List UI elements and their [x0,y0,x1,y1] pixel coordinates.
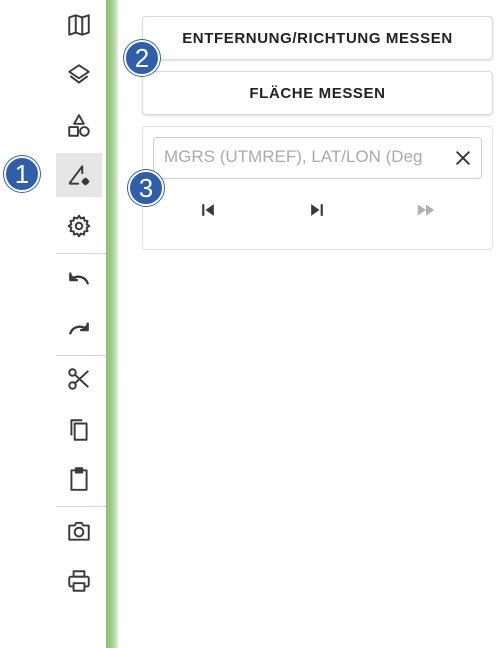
camera-icon [68,521,90,541]
left-toolbar [0,0,106,648]
toolbar-divider [56,355,106,356]
settings-icon [67,214,91,238]
measure-area-button[interactable]: FLÄCHE MESSEN [142,71,493,115]
undo-icon [69,272,89,285]
print-icon [68,570,90,592]
shapes-button[interactable] [56,104,102,148]
shapes-icon [68,114,90,137]
skip-next-icon [311,204,323,216]
cut-icon [68,368,89,390]
paste-button[interactable] [56,457,102,501]
measure-tool-button[interactable] [56,153,102,197]
callout-badge-1: 1 [4,156,40,192]
clear-input-button[interactable] [451,146,475,170]
map-icon [68,14,90,36]
next-point-button[interactable] [302,197,332,223]
toolbar-divider [56,506,106,507]
toolbar-divider [56,253,106,254]
redo-icon [69,322,89,335]
cut-button[interactable] [56,357,102,401]
previous-point-button[interactable] [193,197,223,223]
map-button[interactable] [56,3,102,47]
copy-button[interactable] [56,408,102,452]
undo-button[interactable] [56,257,102,301]
settings-button[interactable] [56,204,102,248]
callout-badge-2: 2 [124,40,160,76]
layers-icon [68,64,90,84]
copy-icon [70,419,88,441]
screenshot-button[interactable] [56,509,102,553]
coordinate-navigation-box [142,126,493,250]
coordinate-input-wrapper [153,137,482,179]
measure-distance-button[interactable]: ENTFERNUNG/RICHTUNG MESSEN [142,16,493,60]
map-view-edge[interactable] [106,0,118,648]
redo-button[interactable] [56,307,102,351]
paste-icon [70,467,88,491]
coordinate-input[interactable] [154,138,452,176]
measure-tool-icon [68,165,90,186]
layers-button[interactable] [56,53,102,97]
print-button[interactable] [56,559,102,603]
callout-badge-3: 3 [128,170,164,206]
measure-panel: ENTFERNUNG/RICHTUNG MESSEN FLÄCHE MESSEN [118,0,500,648]
fast-forward-button[interactable] [411,197,441,223]
close-icon [456,151,470,165]
skip-previous-icon [202,204,214,216]
fast-forward-icon [417,204,435,216]
